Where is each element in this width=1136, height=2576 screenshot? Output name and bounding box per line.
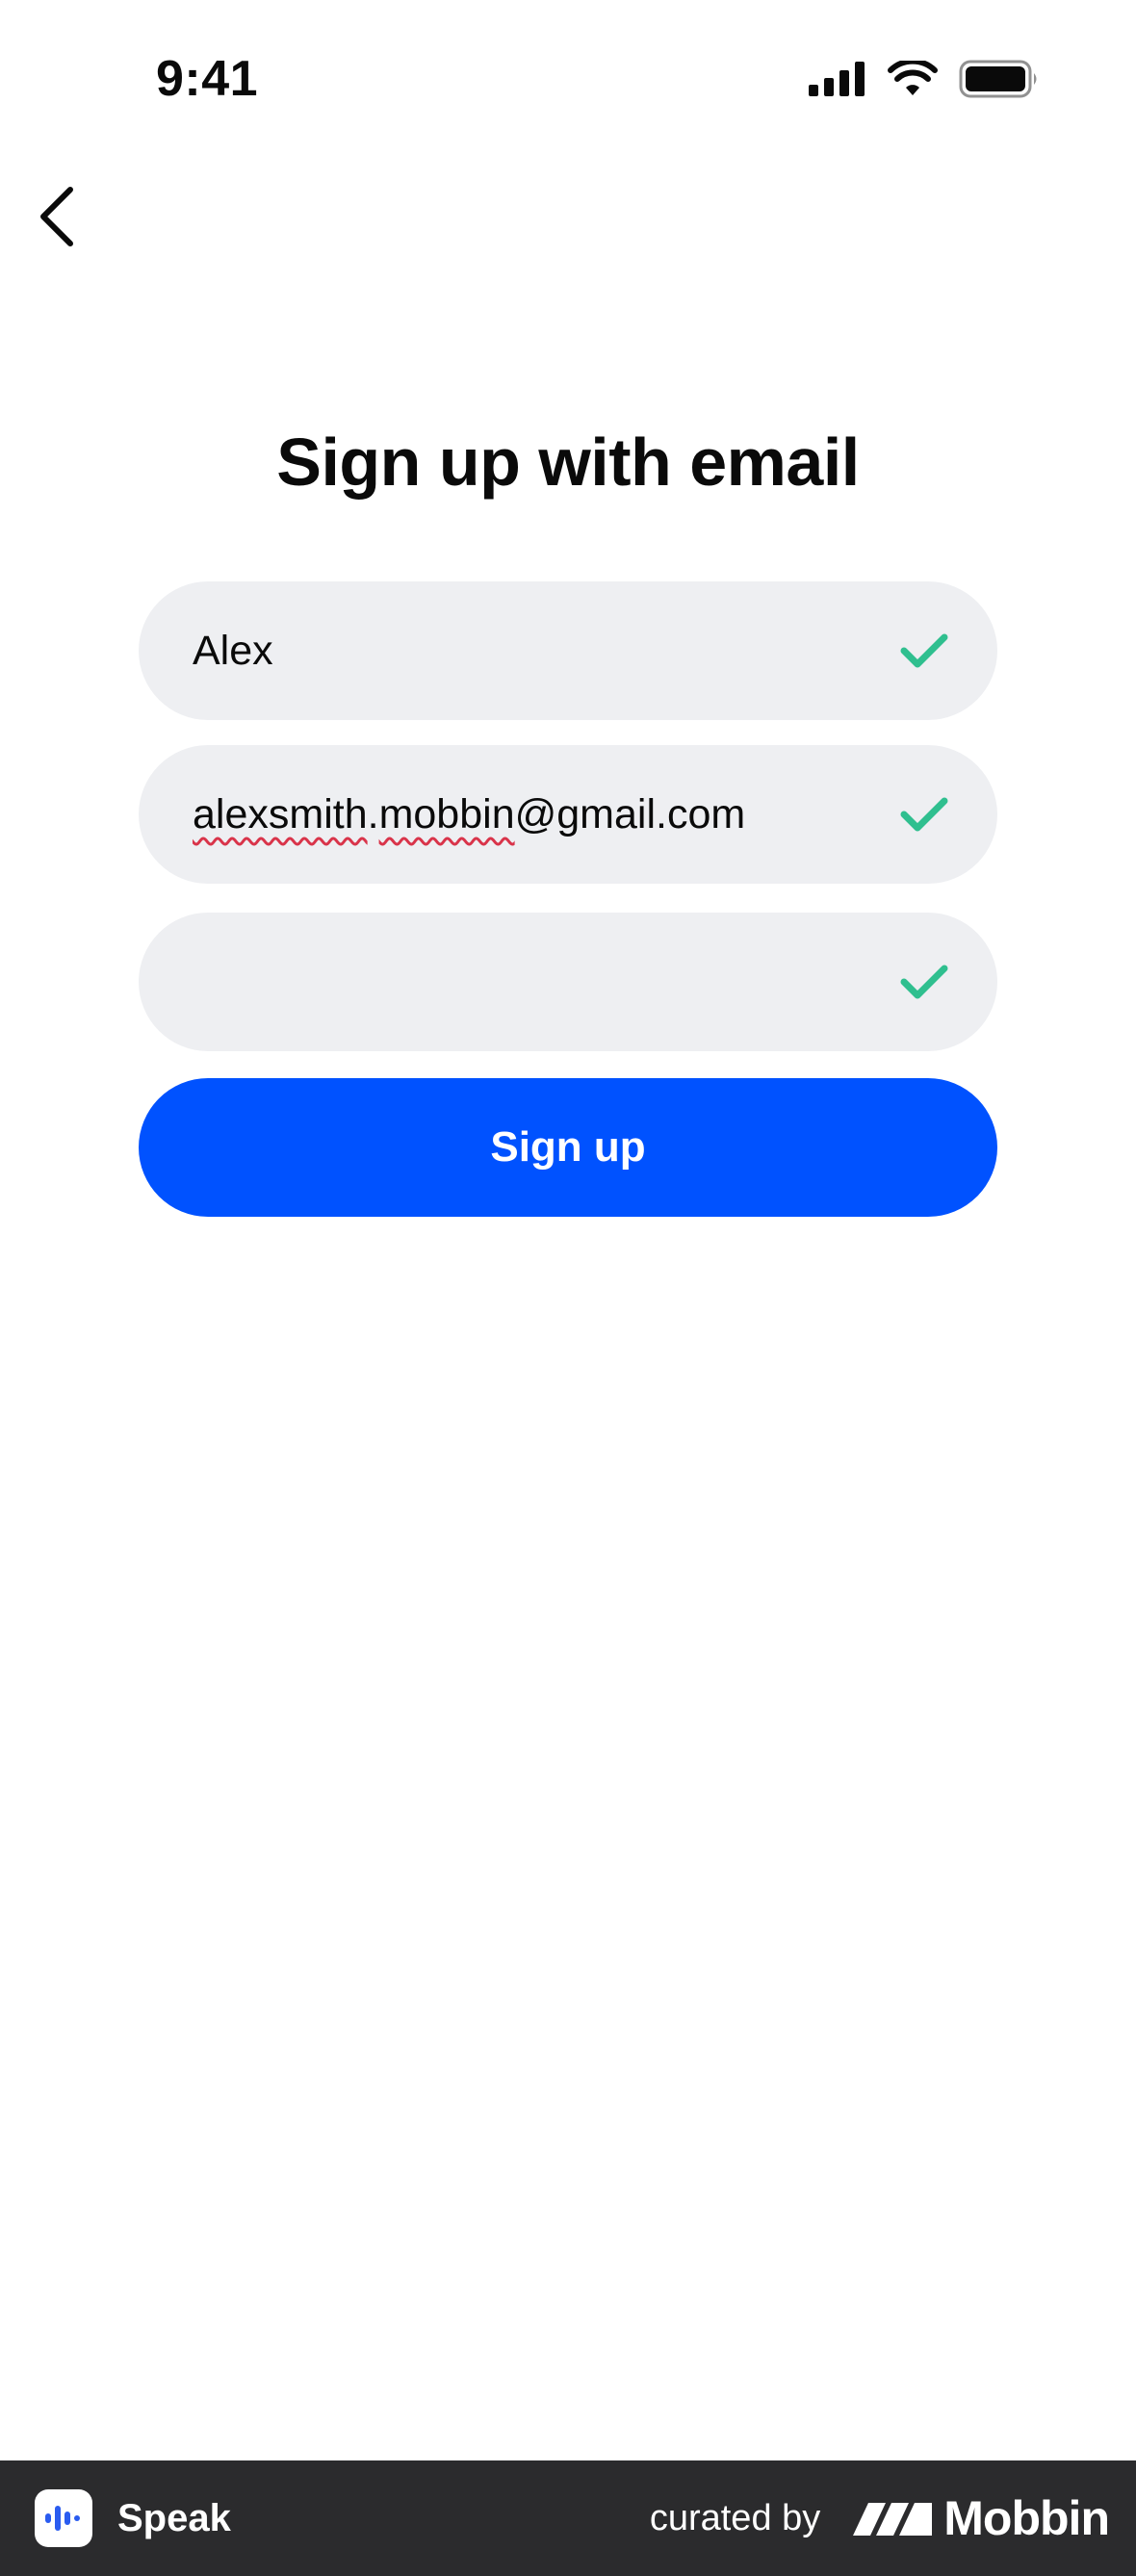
email-input[interactable]: alexsmith. mobbin @gmail.com [193,745,886,884]
email-field[interactable]: alexsmith. mobbin @gmail.com [139,745,997,884]
password-input[interactable] [193,913,886,1051]
battery-icon [959,60,1037,98]
mobbin-brand: Mobbin [853,2490,1110,2546]
brand-name: Mobbin [943,2491,1110,2545]
email-part-misspelled: alexsmith [193,790,368,837]
app-name: Speak [117,2496,231,2539]
name-field[interactable]: Alex [139,581,997,720]
curator-attribution: curated by Mobbin [649,2490,1110,2546]
page-title: Sign up with email [276,425,860,500]
check-icon [900,797,948,832]
email-part: . [367,790,379,837]
signup-button[interactable]: Sign up [139,1078,997,1217]
chevron-left-icon [40,187,73,246]
password-field[interactable] [139,913,997,1051]
curated-by-label: curated by [649,2497,821,2538]
app-attribution: Speak [35,2489,231,2547]
check-icon [900,965,948,999]
email-part-misspelled: mobbin [378,790,515,837]
footer-bar: Speak curated by Mobbin [0,2460,1136,2576]
email-part: @gmail.com [514,790,746,837]
wifi-icon [888,61,938,95]
status-bar: 9:41 [0,0,1136,173]
check-icon [900,633,948,668]
status-time: 9:41 [156,51,259,107]
back-button[interactable] [13,173,100,260]
app-logo-icon [35,2489,92,2547]
cellular-signal-icon [809,62,865,96]
signup-screen: 9:41 Sign up with email Alex alexsmith .… [0,0,1136,2576]
mobbin-logo-icon [853,2503,933,2536]
name-input[interactable]: Alex [193,581,886,720]
status-icons [809,60,1040,98]
